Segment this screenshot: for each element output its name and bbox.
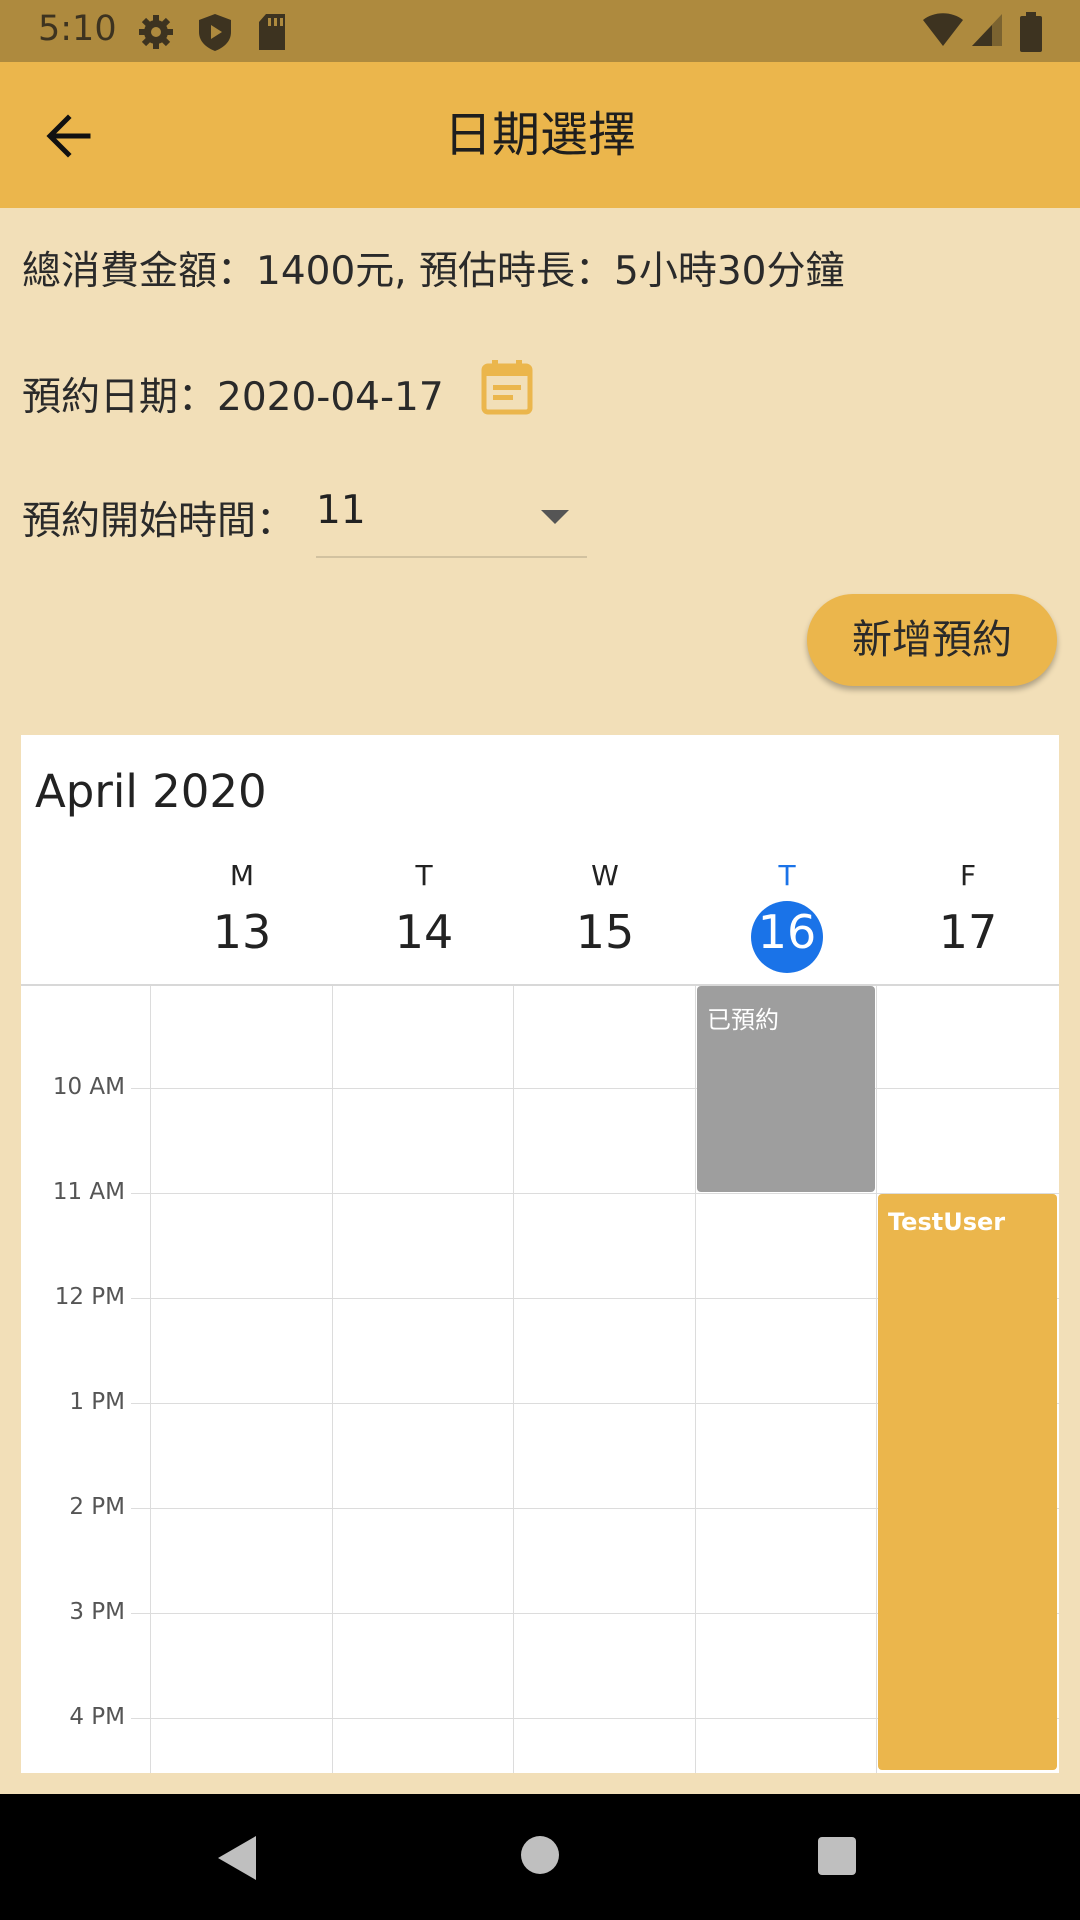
status-time: 5:10 [38, 9, 117, 49]
time-label: 12 PM [54, 1284, 125, 1310]
start-time-dropdown[interactable]: 11 [316, 476, 587, 558]
day-number: 17 [938, 905, 998, 959]
day-number: 14 [394, 905, 454, 959]
time-grid[interactable]: 10 AM 11 AM 12 PM 1 PM 2 PM 3 PM 4 PM 已預… [21, 986, 1059, 1773]
calendar-icon [481, 360, 533, 415]
back-button[interactable] [40, 106, 100, 166]
day-letter: T [415, 859, 433, 892]
time-label: 10 AM [52, 1074, 125, 1100]
event-title: TestUser [888, 1208, 1006, 1236]
signal-icon [972, 14, 1002, 46]
event-booked[interactable]: 已預約 [697, 986, 875, 1192]
day-header-thu-today[interactable]: T 16 [697, 735, 877, 984]
nav-home-icon[interactable] [519, 1834, 561, 1876]
day-separator [332, 986, 333, 1773]
day-header-tue[interactable]: T 14 [334, 735, 514, 984]
wifi-icon [923, 13, 963, 46]
event-title: 已預約 [707, 1006, 779, 1034]
day-letter: W [591, 859, 619, 892]
week-calendar: April 2020 M 13 T 14 W 15 T 16 F 17 10 A… [21, 735, 1059, 1773]
hour-line [131, 1088, 1059, 1089]
day-separator [513, 986, 514, 1773]
order-summary: 總消費金額：1400元, 預估時長：5小時30分鐘 [22, 249, 845, 294]
day-letter: F [959, 859, 977, 892]
app-bar: 日期選擇 [0, 62, 1080, 208]
shield-icon [199, 14, 231, 51]
battery-icon [1020, 12, 1042, 52]
event-testuser[interactable]: TestUser [878, 1194, 1057, 1770]
page-title: 日期選擇 [443, 107, 636, 163]
booking-date-label: 預約日期：2020-04-17 [22, 375, 444, 420]
day-separator [876, 986, 877, 1773]
day-header-wed[interactable]: W 15 [515, 735, 695, 984]
time-label: 1 PM [69, 1389, 125, 1415]
dropdown-arrow-icon [541, 510, 569, 524]
start-time-label: 預約開始時間： [22, 499, 296, 544]
time-label: 11 AM [52, 1179, 125, 1205]
start-time-value: 11 [316, 488, 366, 533]
day-letter: M [229, 859, 255, 892]
nav-recents-icon[interactable] [817, 1836, 857, 1876]
arrow-back-icon [46, 114, 91, 158]
date-picker-button[interactable] [478, 358, 536, 416]
time-label: 2 PM [69, 1494, 125, 1520]
calendar-header: April 2020 M 13 T 14 W 15 T 16 F 17 [21, 735, 1059, 986]
day-header-mon[interactable]: M 13 [152, 735, 332, 984]
day-number: 13 [212, 905, 272, 959]
time-label: 4 PM [69, 1704, 125, 1730]
time-label: 3 PM [69, 1599, 125, 1625]
day-header-fri[interactable]: F 17 [878, 735, 1058, 984]
day-letter: T [778, 859, 796, 892]
sd-card-icon [259, 14, 285, 50]
settings-gear-icon [139, 15, 173, 49]
system-nav-bar [0, 1794, 1080, 1920]
add-booking-button[interactable]: 新增預約 [807, 594, 1057, 686]
day-separator [150, 986, 151, 1773]
nav-back-icon[interactable] [216, 1834, 260, 1882]
status-bar: 5:10 [0, 0, 1080, 62]
day-separator [695, 986, 696, 1773]
day-number: 15 [575, 905, 635, 959]
day-number: 16 [757, 905, 817, 959]
